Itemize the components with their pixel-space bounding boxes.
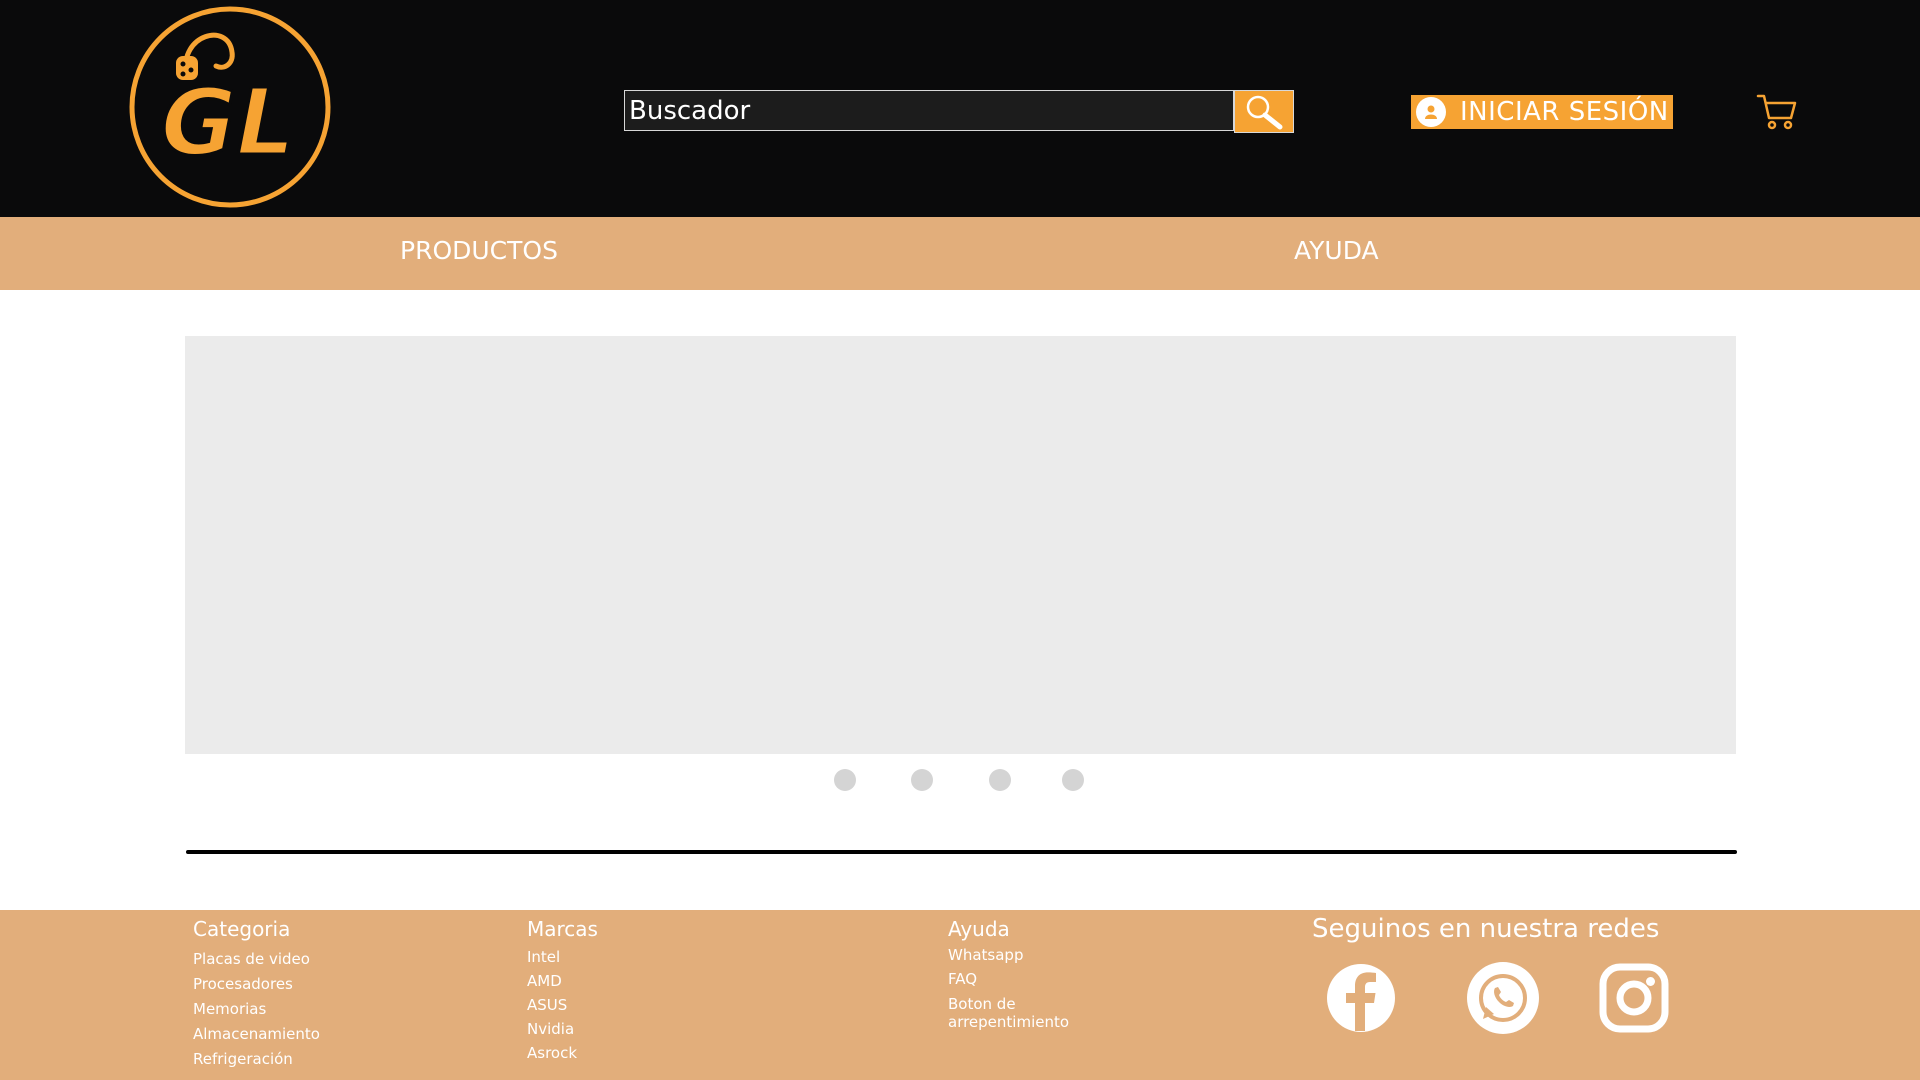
footer-link[interactable]: Nvidia — [527, 1017, 598, 1041]
whatsapp-icon[interactable] — [1466, 961, 1540, 1035]
footer-link[interactable]: Refrigeración — [193, 1047, 320, 1072]
footer-column-marcas: Marcas Intel AMD ASUS Nvidia Asrock — [527, 917, 598, 1065]
hero-carousel[interactable] — [185, 336, 1736, 754]
footer-link[interactable]: Procesadores — [193, 972, 320, 997]
footer-link[interactable]: Boton de arrepentimiento — [948, 995, 1108, 1031]
footer-heading: Ayuda — [948, 917, 1010, 941]
carousel-dot-3[interactable] — [989, 769, 1011, 791]
footer-link[interactable]: Almacenamiento — [193, 1022, 320, 1047]
carousel-dot-1[interactable] — [834, 769, 856, 791]
footer-link[interactable]: Whatsapp — [948, 943, 1108, 967]
cart-icon[interactable] — [1756, 92, 1798, 130]
instagram-icon[interactable] — [1597, 961, 1671, 1035]
footer-link[interactable]: Memorias — [193, 997, 320, 1022]
nav-item-ayuda[interactable]: AYUDA — [1294, 217, 1379, 290]
footer-link[interactable]: Placas de video — [193, 947, 320, 972]
site-header: GL INICIAR SESIÓN — [0, 0, 1920, 217]
logo-text: GL — [161, 69, 295, 176]
section-divider — [186, 850, 1737, 854]
footer-link[interactable]: AMD — [527, 969, 598, 993]
social-title: Seguinos en nuestra redes — [1312, 914, 1660, 944]
carousel-dot-2[interactable] — [911, 769, 933, 791]
login-button[interactable]: INICIAR SESIÓN — [1411, 95, 1673, 129]
gl-logo[interactable]: GL — [128, 4, 333, 209]
user-icon — [1416, 97, 1446, 127]
footer-link[interactable]: Asrock — [527, 1041, 598, 1065]
search-bar — [624, 90, 1294, 133]
footer-heading: Categoria — [193, 917, 291, 941]
facebook-icon[interactable] — [1324, 961, 1398, 1035]
footer-link[interactable]: Intel — [527, 945, 598, 969]
carousel-dot-4[interactable] — [1062, 769, 1084, 791]
footer-link[interactable]: ASUS — [527, 993, 598, 1017]
footer-column-categoria: Categoria Placas de video Procesadores M… — [193, 917, 320, 1072]
footer-link[interactable]: FAQ — [948, 967, 1108, 991]
search-icon — [1246, 95, 1283, 129]
main-nav: PRODUCTOS AYUDA — [0, 217, 1920, 290]
footer-column-ayuda: Ayuda Whatsapp FAQ Boton de arrepentimie… — [948, 917, 1108, 1031]
nav-item-productos[interactable]: PRODUCTOS — [400, 217, 558, 290]
search-input[interactable] — [624, 90, 1234, 131]
login-label: INICIAR SESIÓN — [1460, 97, 1669, 127]
footer-heading: Marcas — [527, 917, 598, 941]
search-button[interactable] — [1234, 90, 1294, 133]
